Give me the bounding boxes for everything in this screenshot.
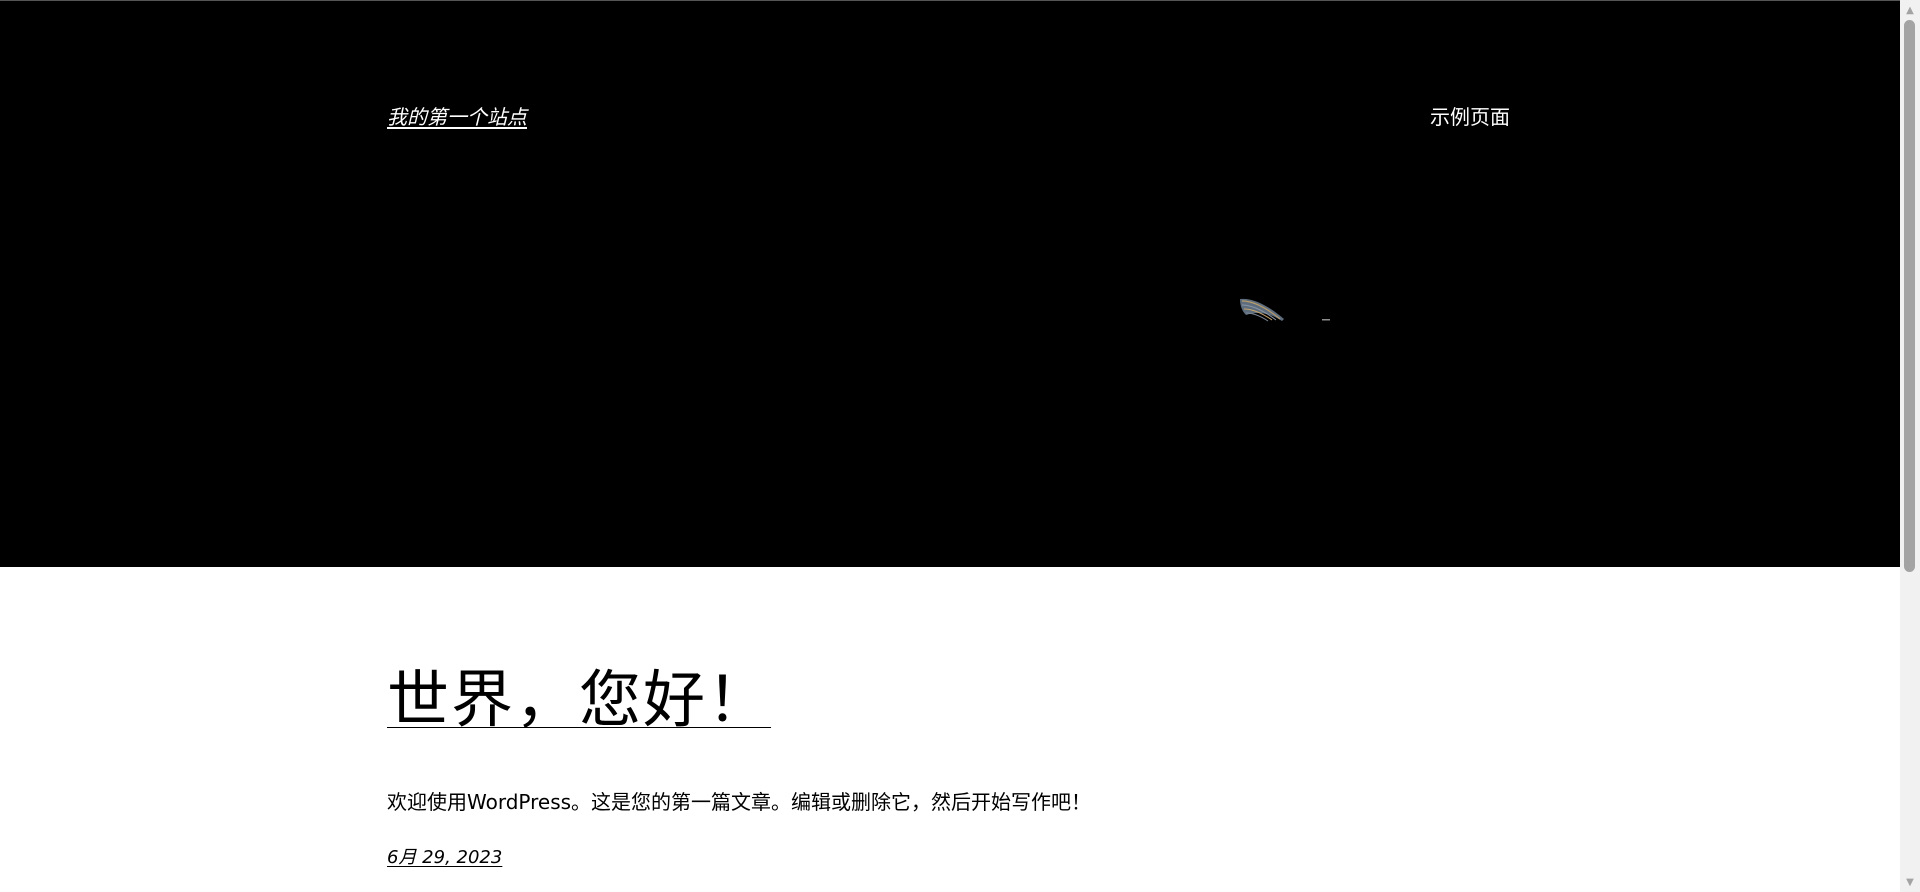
page: 我的第一个站点 示例页面 世界，您好！ 欢迎使用WordPress。这是您的第一…	[0, 0, 1900, 892]
vertical-scrollbar[interactable]: ▲ ▼	[1900, 0, 1920, 892]
scroll-up-arrow-icon[interactable]: ▲	[1900, 2, 1920, 18]
scrollbar-thumb[interactable]	[1904, 20, 1915, 572]
site-title-link[interactable]: 我的第一个站点	[387, 101, 527, 130]
site-header-cover: 我的第一个站点 示例页面	[0, 0, 1900, 567]
nav-item-sample-page[interactable]: 示例页面	[1430, 101, 1510, 130]
post-date-link[interactable]: 6月 29, 2023	[387, 843, 502, 869]
post-title-link[interactable]: 世界，您好！	[387, 664, 771, 736]
hero-cover-image	[1240, 298, 1330, 322]
scroll-down-arrow-icon[interactable]: ▼	[1900, 874, 1920, 890]
post-excerpt: 欢迎使用WordPress。这是您的第一篇文章。编辑或删除它，然后开始写作吧！	[387, 790, 1092, 814]
